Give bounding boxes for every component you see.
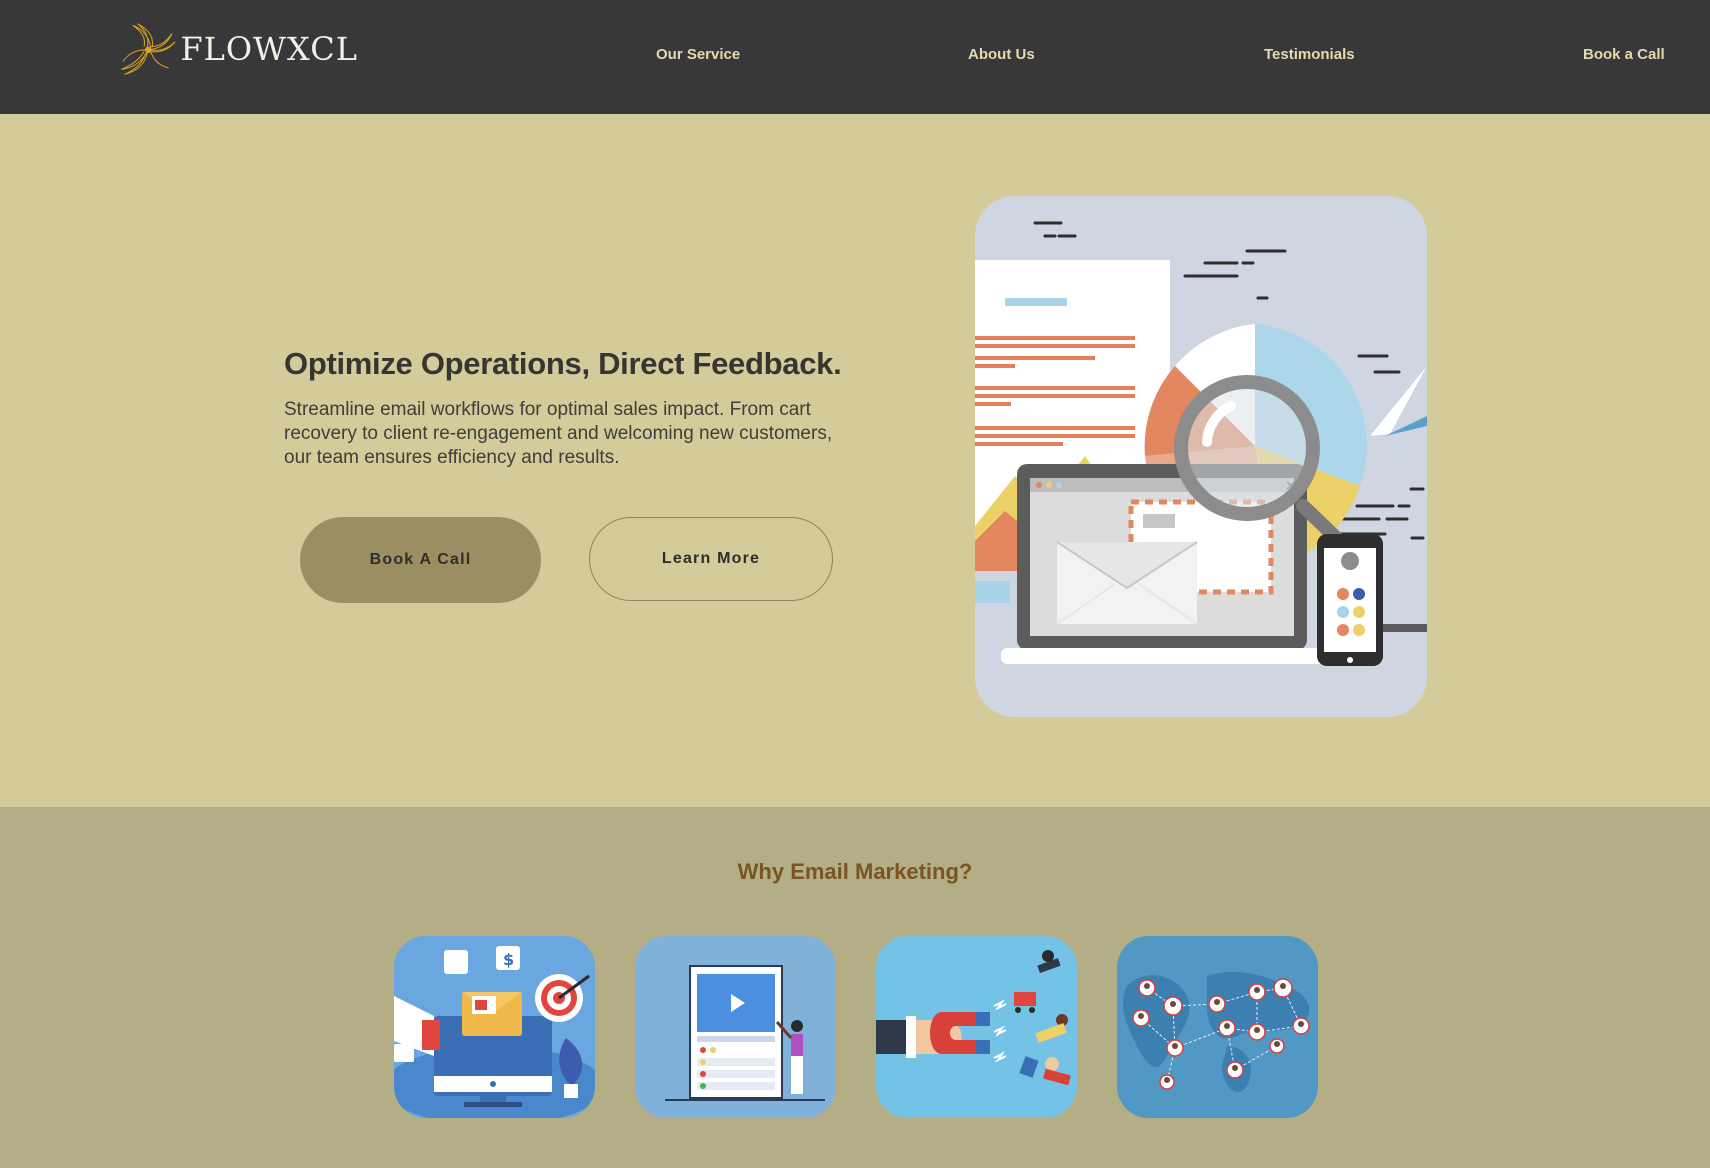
hero-description: Streamline email workflows for optimal s… [284,399,833,468]
swirl-logo-icon [121,23,176,75]
video-content-illustration [635,936,836,1118]
site-header: FLOWXCL Our Service About Us Testimonial… [0,0,1710,114]
nav-testimonials[interactable]: Testimonials [1264,46,1355,63]
nav-book-a-call[interactable]: Book a Call [1583,46,1665,63]
digital-marketing-illustration: $ [394,936,595,1118]
brand-logo[interactable]: FLOWXCL [118,14,358,84]
hero-section: Optimize Operations, Direct Feedback. St… [0,114,1710,807]
hero-title: Optimize Operations, Direct Feedback. [284,346,842,381]
customer-magnet-illustration [876,936,1077,1118]
why-email-marketing-section: Why Email Marketing? $ [0,807,1710,1168]
book-a-call-button[interactable]: Book A Call [300,517,541,603]
learn-more-button[interactable]: Learn More [589,517,833,601]
email-analytics-illustration: × [975,196,1427,717]
why-section-title: Why Email Marketing? [737,859,973,884]
nav-about-us[interactable]: About Us [968,46,1035,63]
nav-our-service[interactable]: Our Service [656,46,740,63]
brand-name: FLOWXCL [180,30,358,68]
global-network-illustration [1117,936,1318,1118]
svg-text:$: $ [503,950,514,969]
